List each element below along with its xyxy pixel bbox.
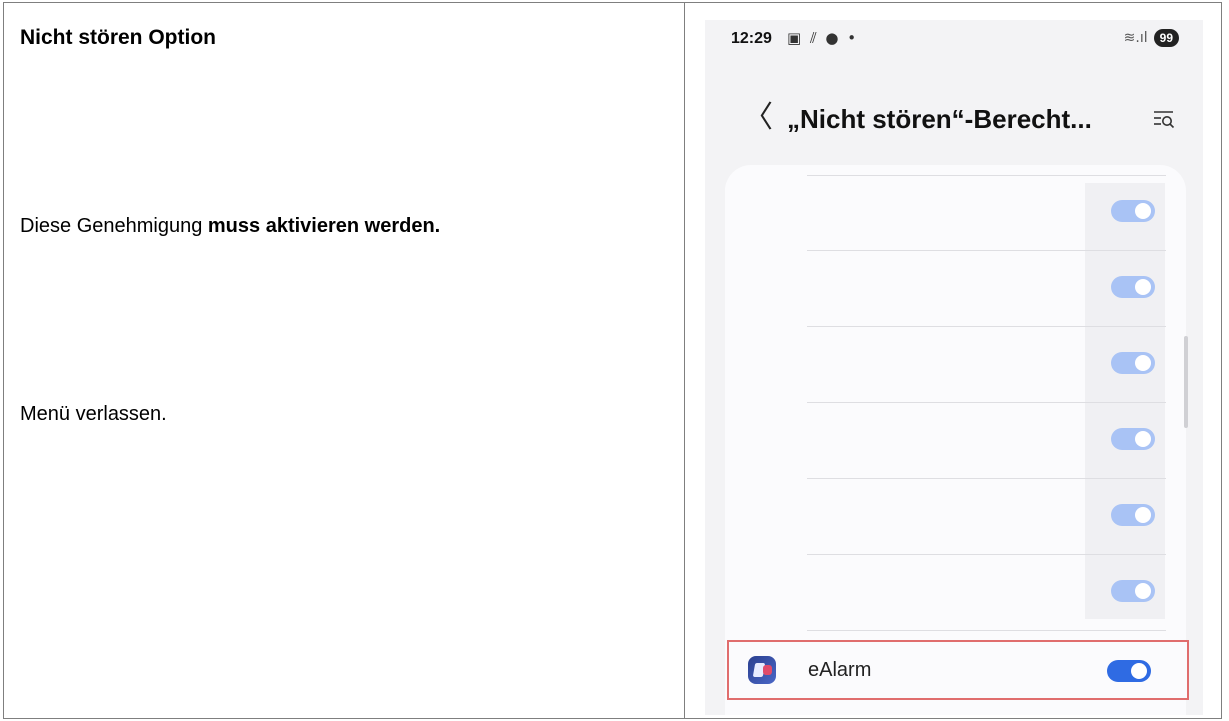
status-bar: 12:29 ▣ ⫽ ● • ≋.ıl 99 [705,20,1203,62]
permission-toggle-5[interactable] [1111,504,1155,526]
list-divider [807,326,1166,327]
instruction-permission-emphasis: muss aktivieren werden. [207,215,441,237]
list-divider [807,478,1166,479]
instruction-column: Nicht stören Option Diese Genehmigung mu… [4,3,684,718]
app-bar: 〈 „Nicht stören“-Berecht... [705,98,1203,148]
column-divider [684,3,685,718]
phone-screenshot: 12:29 ▣ ⫽ ● • ≋.ıl 99 〈 „Nicht stören“-B… [705,20,1203,715]
scrollbar[interactable] [1184,336,1188,428]
back-icon[interactable]: 〈 [743,100,773,136]
wifi-signal-icon: ≋.ıl [1123,30,1148,46]
list-divider [807,554,1166,555]
permission-toggle-6[interactable] [1111,580,1155,602]
permission-toggle-4[interactable] [1111,428,1155,450]
permission-toggle-3[interactable] [1111,352,1155,374]
status-right: ≋.ıl 99 [1124,29,1179,47]
app-list-card [725,165,1186,715]
ealarm-app-icon [748,656,776,684]
instruction-exit: Menü verlassen. [20,403,167,425]
app-name: eAlarm [808,659,872,681]
permission-toggle-1[interactable] [1111,200,1155,222]
instruction-permission: Diese Genehmigung muss aktivieren werden… [20,215,440,238]
list-divider [807,175,1166,176]
list-item-ealarm[interactable]: eAlarm [727,640,1189,700]
list-divider [807,630,1166,631]
list-divider [807,402,1166,403]
list-divider [807,250,1166,251]
battery-icon: 99 [1153,29,1179,47]
status-time: 12:29 [731,30,772,47]
notification-icons: ▣ ⫽ ● • [787,29,859,47]
permission-toggle-2[interactable] [1111,276,1155,298]
page-title: „Nicht stören“-Berecht... [787,104,1092,134]
section-heading: Nicht stören Option [20,26,216,49]
search-list-icon[interactable] [1153,108,1175,130]
ealarm-toggle[interactable] [1107,660,1151,682]
instruction-permission-text: Diese Genehmigung [20,215,208,237]
